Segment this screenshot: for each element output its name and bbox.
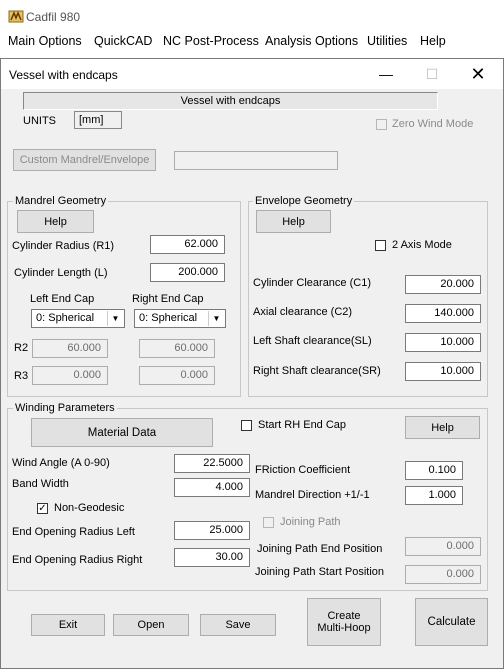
chevron-down-icon: ▼ bbox=[208, 311, 224, 326]
exit-button[interactable]: Exit bbox=[31, 614, 105, 636]
jp-start-label: Joining Path Start Position bbox=[255, 566, 385, 578]
right-end-cap-value: 0: Spherical bbox=[139, 312, 198, 324]
create-multi-hoop-line2: Multi-Hoop bbox=[317, 622, 371, 634]
app-title: Cadfil 980 bbox=[26, 10, 81, 24]
mandrel-direction-input[interactable]: 1.000 bbox=[405, 486, 463, 505]
chevron-down-icon: ▼ bbox=[107, 311, 123, 326]
r2-right-input: 60.000 bbox=[139, 339, 215, 358]
r3-left-input: 0.000 bbox=[32, 366, 108, 385]
sl-label: Left Shaft clearance(SL) bbox=[253, 335, 372, 347]
non-geodesic-checkbox[interactable]: ✓ bbox=[37, 503, 48, 514]
cylinder-radius-label: Cylinder Radius (R1) bbox=[12, 240, 115, 252]
c2-label: Axial clearance (C2) bbox=[253, 306, 353, 318]
r2-label: R2 bbox=[14, 342, 29, 354]
menu-main-options[interactable]: Main Options bbox=[8, 34, 82, 48]
units-label: UNITS bbox=[23, 115, 56, 127]
wind-angle-input[interactable]: 22.5000 bbox=[174, 454, 250, 473]
save-button[interactable]: Save bbox=[200, 614, 276, 636]
units-value: [mm] bbox=[74, 111, 122, 129]
mandrel-geometry-title: Mandrel Geometry bbox=[13, 195, 109, 207]
mandrel-help-button[interactable]: Help bbox=[17, 210, 94, 233]
non-geodesic-label: Non-Geodesic bbox=[54, 502, 125, 514]
minimize-icon[interactable]: — bbox=[366, 61, 406, 87]
band-width-input[interactable]: 4.000 bbox=[174, 478, 250, 497]
start-rh-end-cap-checkbox[interactable] bbox=[241, 420, 252, 431]
c1-input[interactable]: 20.000 bbox=[405, 275, 481, 294]
wind-angle-label: Wind Angle (A 0-90) bbox=[12, 457, 110, 469]
winding-help-button[interactable]: Help bbox=[405, 416, 480, 439]
band-width-label: Band Width bbox=[12, 478, 69, 490]
joining-path-checkbox bbox=[263, 517, 274, 528]
c1-label: Cylinder Clearance (C1) bbox=[253, 277, 371, 289]
custom-mandrel-envelope-button: Custom Mandrel/Envelope bbox=[13, 149, 156, 171]
close-icon[interactable]: ✕ bbox=[458, 61, 498, 87]
app-logo-icon bbox=[8, 10, 24, 23]
zero-wind-mode-label: Zero Wind Mode bbox=[392, 118, 474, 130]
cylinder-length-label: Cylinder Length (L) bbox=[14, 267, 108, 279]
menu-analysis-options[interactable]: Analysis Options bbox=[265, 34, 358, 48]
eor-right-input[interactable]: 30.00 bbox=[174, 548, 250, 567]
left-end-cap-value: 0: Spherical bbox=[36, 312, 95, 324]
menu-quickcad[interactable]: QuickCAD bbox=[94, 34, 152, 48]
sl-input[interactable]: 10.000 bbox=[405, 333, 481, 352]
calculate-button[interactable]: Calculate bbox=[415, 598, 488, 646]
jp-start-input: 0.000 bbox=[405, 565, 481, 584]
envelope-geometry-title: Envelope Geometry bbox=[253, 195, 355, 207]
c2-input[interactable]: 140.000 bbox=[405, 304, 481, 323]
menu-utilities[interactable]: Utilities bbox=[367, 34, 407, 48]
r2-left-input: 60.000 bbox=[32, 339, 108, 358]
custom-mandrel-field bbox=[174, 151, 338, 170]
friction-input[interactable]: 0.100 bbox=[405, 461, 463, 480]
start-rh-end-cap-label: Start RH End Cap bbox=[258, 419, 347, 431]
eor-left-input[interactable]: 25.000 bbox=[174, 521, 250, 540]
right-end-cap-select[interactable]: 0: Spherical ▼ bbox=[134, 309, 226, 328]
zero-wind-mode-checkbox bbox=[376, 119, 387, 130]
joining-path-label: Joining Path bbox=[280, 516, 341, 528]
winding-parameters-title: Winding Parameters bbox=[13, 402, 117, 414]
envelope-help-button[interactable]: Help bbox=[256, 210, 331, 233]
jp-end-input: 0.000 bbox=[405, 537, 481, 556]
right-end-cap-label: Right End Cap bbox=[132, 293, 204, 305]
maximize-icon: ☐ bbox=[425, 66, 439, 82]
sr-label: Right Shaft clearance(SR) bbox=[253, 365, 381, 377]
cylinder-length-input[interactable]: 200.000 bbox=[150, 263, 225, 282]
eor-left-label: End Opening Radius Left bbox=[12, 526, 135, 538]
mandrel-direction-label: Mandrel Direction +1/-1 bbox=[255, 489, 370, 501]
create-multi-hoop-line1: Create bbox=[327, 610, 361, 622]
model-name-field: Vessel with endcaps bbox=[23, 92, 438, 110]
create-multi-hoop-button[interactable]: Create Multi-Hoop bbox=[307, 598, 381, 646]
app-window-header bbox=[0, 0, 504, 58]
friction-label: FRiction Coefficient bbox=[255, 464, 351, 476]
two-axis-mode-label: 2 Axis Mode bbox=[392, 239, 452, 251]
eor-right-label: End Opening Radius Right bbox=[12, 554, 143, 566]
jp-end-label: Joining Path End Position bbox=[257, 543, 383, 555]
menu-nc-post-process[interactable]: NC Post-Process bbox=[163, 34, 259, 48]
open-button[interactable]: Open bbox=[113, 614, 189, 636]
material-data-button[interactable]: Material Data bbox=[31, 418, 213, 447]
two-axis-mode-checkbox[interactable] bbox=[375, 240, 386, 251]
menu-help[interactable]: Help bbox=[420, 34, 446, 48]
r3-right-input: 0.000 bbox=[139, 366, 215, 385]
left-end-cap-select[interactable]: 0: Spherical ▼ bbox=[31, 309, 125, 328]
sr-input[interactable]: 10.000 bbox=[405, 362, 481, 381]
left-end-cap-label: Left End Cap bbox=[30, 293, 95, 305]
dialog-title: Vessel with endcaps bbox=[9, 68, 118, 82]
r3-label: R3 bbox=[14, 370, 29, 382]
cylinder-radius-input[interactable]: 62.000 bbox=[150, 235, 225, 254]
